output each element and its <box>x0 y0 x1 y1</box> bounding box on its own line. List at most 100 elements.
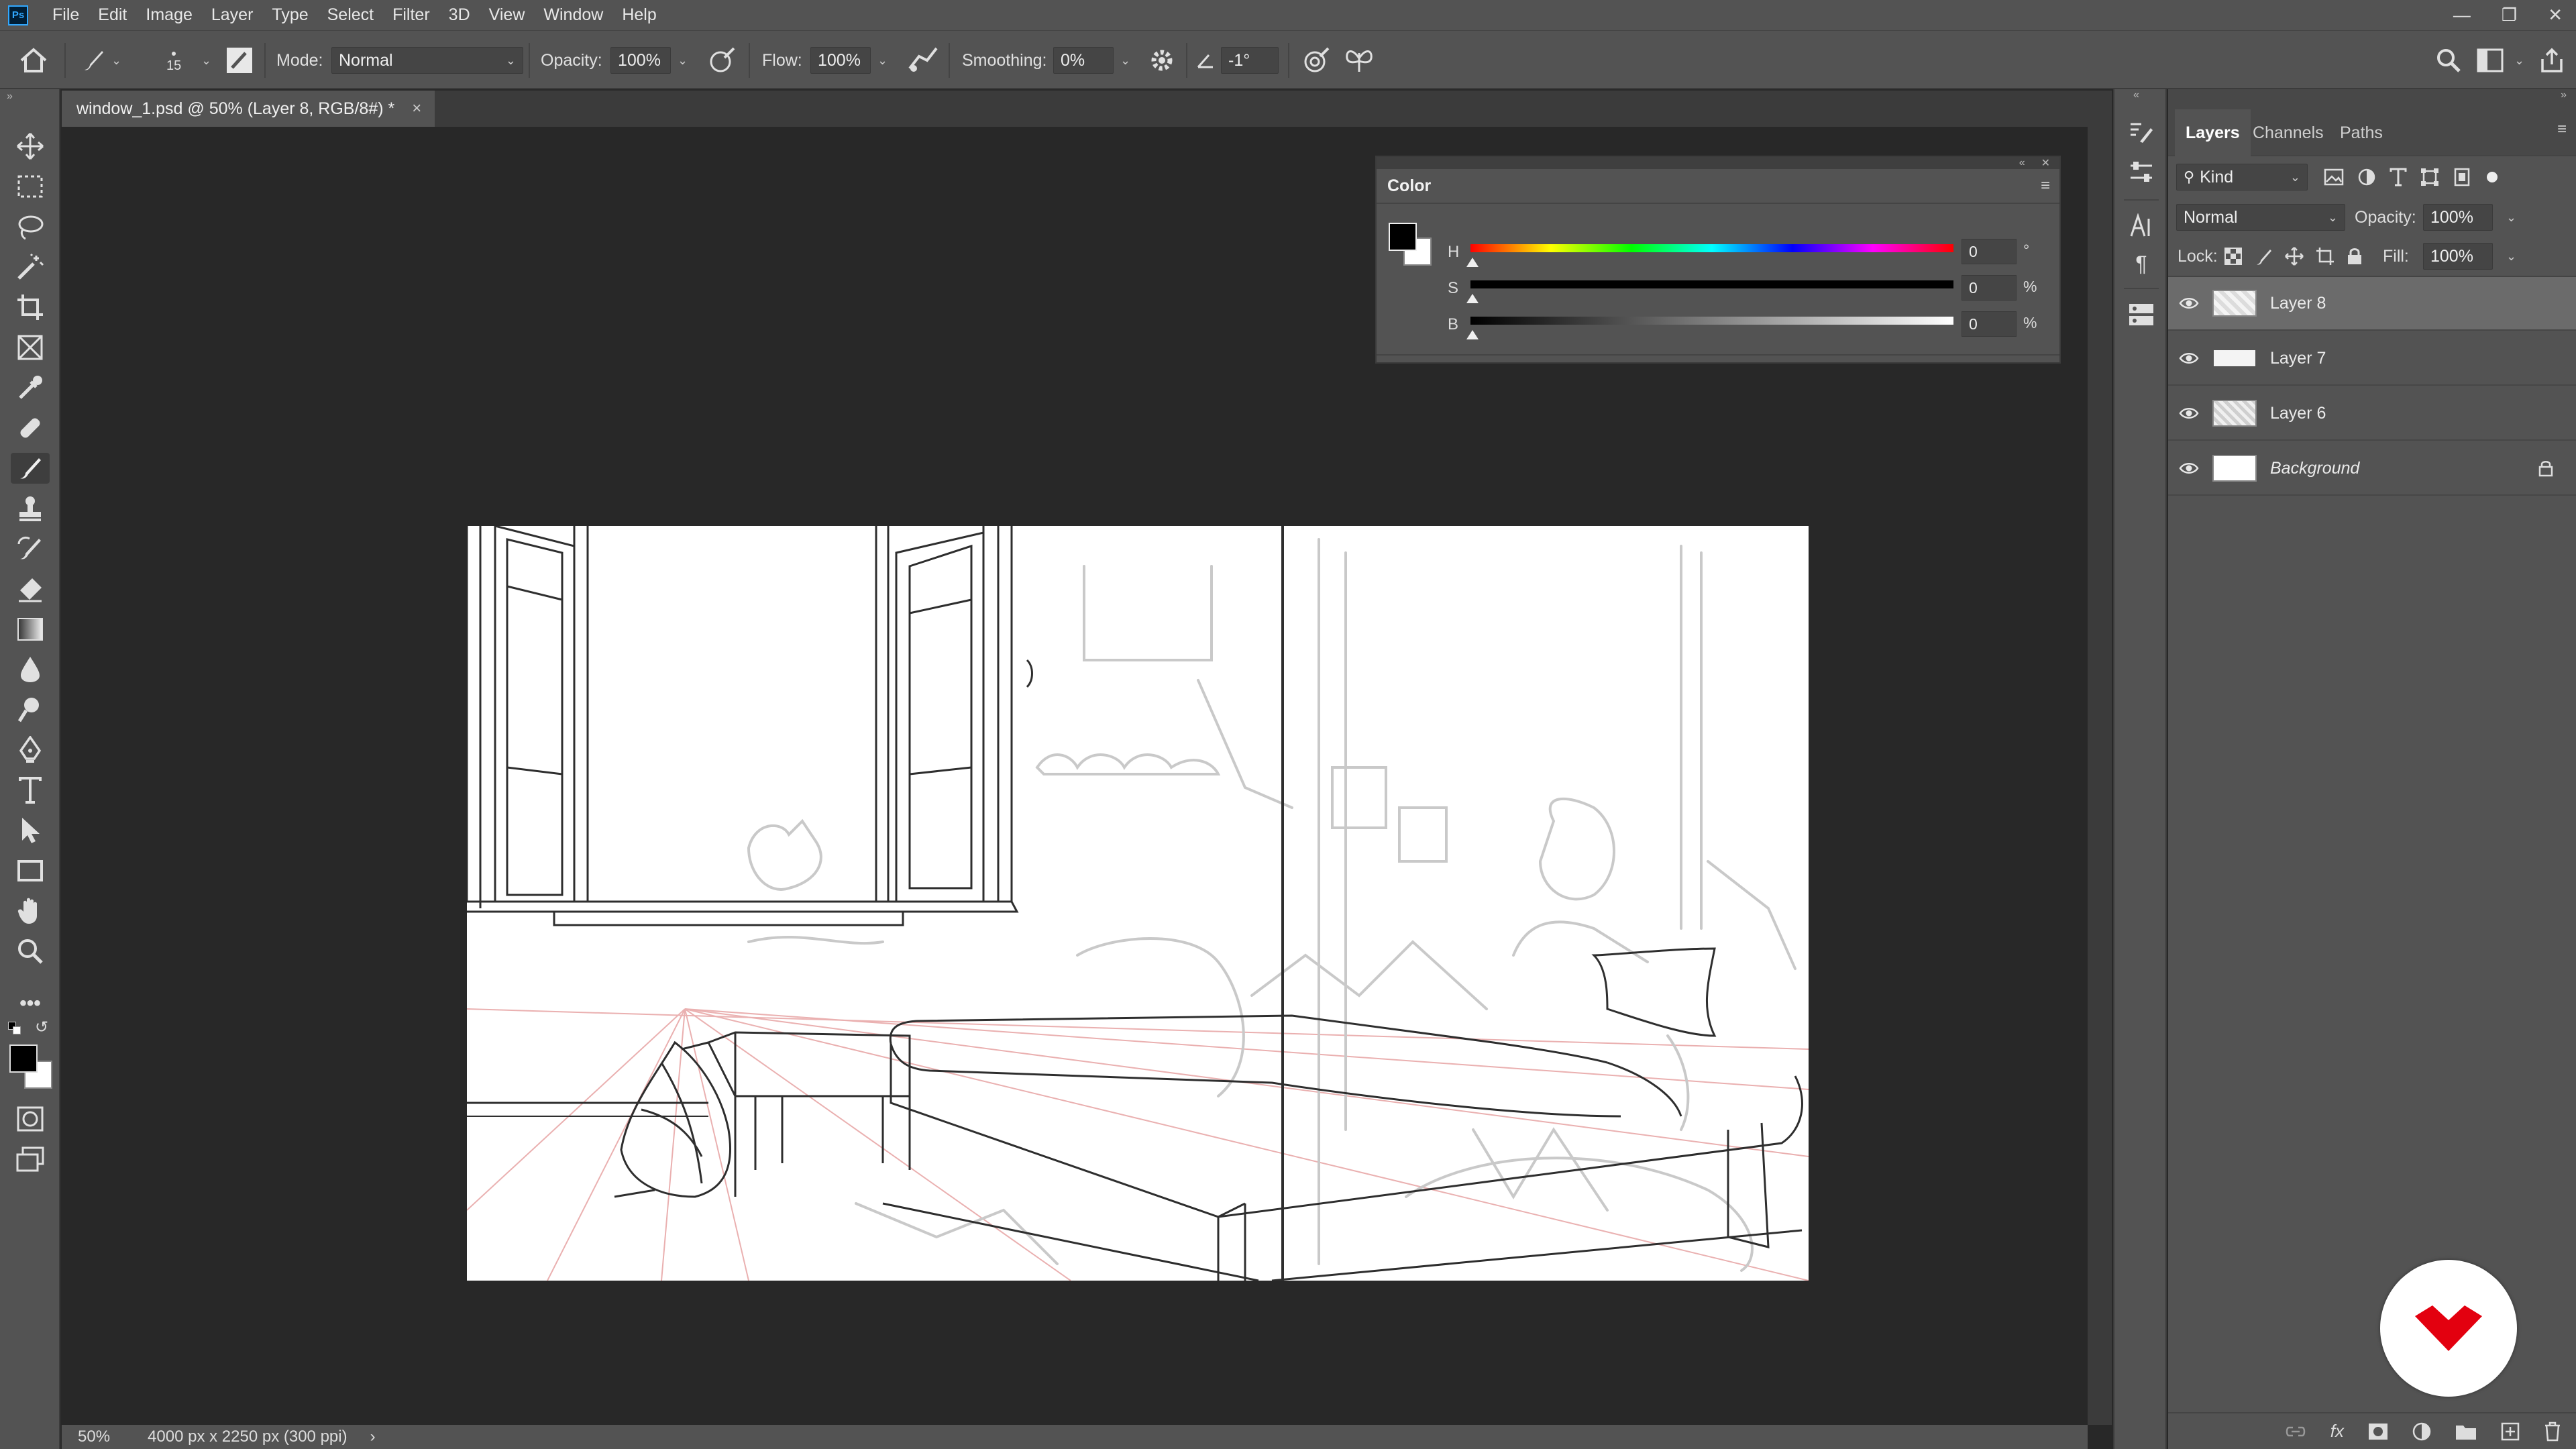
collapse-dock-icon[interactable]: « <box>2133 89 2139 101</box>
dodge-tool-icon[interactable] <box>15 694 46 725</box>
lasso-tool-icon[interactable] <box>15 211 46 242</box>
default-colors-icon[interactable] <box>8 1022 21 1035</box>
visibility-eye-icon[interactable] <box>2179 403 2199 423</box>
layer-row-layer-7[interactable]: Layer 7 <box>2168 332 2576 386</box>
vertical-scrollbar[interactable] <box>2088 91 2112 1425</box>
lock-image-pixels-icon[interactable] <box>2254 247 2273 266</box>
brightness-slider-thumb[interactable] <box>1466 330 1479 339</box>
menu-layer[interactable]: Layer <box>202 5 263 25</box>
filter-adjustment-icon[interactable] <box>2357 168 2376 186</box>
lock-all-icon[interactable] <box>2347 247 2363 266</box>
layer-name[interactable]: Layer 6 <box>2270 404 2326 423</box>
clone-stamp-tool-icon[interactable] <box>15 493 46 524</box>
screen-mode-icon[interactable] <box>15 1144 46 1175</box>
status-expand-icon[interactable]: › <box>370 1428 376 1446</box>
chevron-down-icon[interactable]: ⌄ <box>196 31 211 90</box>
layer-row-layer-6[interactable]: Layer 6 <box>2168 387 2576 441</box>
brush-settings-toggle-icon[interactable] <box>225 31 254 90</box>
symmetry-butterfly-icon[interactable] <box>1344 31 1374 90</box>
close-panel-icon[interactable]: ✕ <box>2041 156 2050 170</box>
move-tool-icon[interactable] <box>15 131 46 162</box>
quick-mask-icon[interactable] <box>15 1104 46 1134</box>
smoothing-settings-gear-icon[interactable] <box>1148 31 1175 90</box>
new-group-icon[interactable] <box>2455 1423 2477 1440</box>
more-tools-icon[interactable]: ••• <box>15 988 46 1019</box>
new-layer-icon[interactable] <box>2501 1422 2520 1441</box>
rectangle-tool-icon[interactable] <box>15 855 46 886</box>
panel-menu-icon[interactable]: ≡ <box>2557 120 2567 139</box>
layer-name[interactable]: Background <box>2270 459 2359 478</box>
collapse-layers-icon[interactable]: » <box>2561 89 2567 101</box>
hand-tool-icon[interactable] <box>15 896 46 926</box>
chevron-down-icon[interactable]: ⌄ <box>2506 250 2516 264</box>
menu-image[interactable]: Image <box>136 5 201 25</box>
character-panel-icon[interactable] <box>2125 210 2157 242</box>
chevron-down-icon[interactable]: ⌄ <box>111 54 121 68</box>
libraries-panel-icon[interactable] <box>2125 299 2157 331</box>
document-tab[interactable]: window_1.psd @ 50% (Layer 8, RGB/8#) * × <box>62 91 435 127</box>
menu-help[interactable]: Help <box>612 5 665 25</box>
fill-input[interactable]: 100% <box>2423 243 2493 270</box>
chevron-down-icon[interactable]: ⌄ <box>2506 211 2516 225</box>
history-panel-icon[interactable] <box>2125 116 2157 148</box>
menu-view[interactable]: View <box>480 5 535 25</box>
layer-row-layer-8[interactable]: Layer 8 <box>2168 277 2576 331</box>
add-mask-icon[interactable] <box>2368 1423 2388 1440</box>
tab-layers[interactable]: Layers <box>2175 109 2251 156</box>
saturation-slider-thumb[interactable] <box>1466 294 1479 303</box>
chevron-down-icon[interactable]: ⌄ <box>2514 54 2524 68</box>
menu-edit[interactable]: Edit <box>89 5 136 25</box>
pressure-opacity-icon[interactable] <box>707 31 737 90</box>
adjustment-layer-icon[interactable] <box>2412 1422 2431 1441</box>
lock-transparent-pixels-icon[interactable] <box>2224 248 2242 265</box>
home-icon[interactable] <box>19 31 48 90</box>
collapse-panel-icon[interactable]: « <box>2019 157 2025 169</box>
eyedropper-tool-icon[interactable] <box>15 372 46 403</box>
chevron-down-icon[interactable]: ⌄ <box>678 54 688 68</box>
swap-colors-icon[interactable]: ↺ <box>35 1018 48 1037</box>
mode-select[interactable]: Normal ⌄ <box>331 47 523 74</box>
airbrush-icon[interactable] <box>907 31 938 90</box>
hue-slider-track[interactable] <box>1470 244 1953 252</box>
menu-file[interactable]: File <box>43 5 89 25</box>
magic-wand-tool-icon[interactable] <box>15 252 46 282</box>
zoom-level[interactable]: 50% <box>78 1428 110 1446</box>
layer-opacity-input[interactable]: 100% <box>2423 204 2493 231</box>
menu-type[interactable]: Type <box>262 5 317 25</box>
frame-tool-icon[interactable] <box>15 332 46 363</box>
chevron-down-icon[interactable]: ⌄ <box>1120 54 1130 68</box>
filter-smart-object-icon[interactable] <box>2453 168 2471 186</box>
marquee-tool-icon[interactable] <box>15 171 46 202</box>
filter-toggle-icon[interactable] <box>2485 170 2500 184</box>
adjustments-panel-icon[interactable] <box>2125 156 2157 189</box>
foreground-color-swatch[interactable] <box>9 1044 38 1073</box>
saturation-value-input[interactable]: 0 <box>1962 275 2017 301</box>
layer-row-background[interactable]: Background <box>2168 442 2576 496</box>
collapse-arrows-icon[interactable]: » <box>7 91 13 103</box>
link-layers-icon[interactable] <box>2285 1425 2306 1438</box>
tab-channels[interactable]: Channels <box>2242 109 2334 156</box>
panel-menu-icon[interactable]: ≡ <box>2041 176 2050 195</box>
history-brush-tool-icon[interactable] <box>15 533 46 564</box>
crop-tool-icon[interactable] <box>15 292 46 323</box>
filter-kind-select[interactable]: ⚲ Kind ⌄ <box>2176 164 2308 191</box>
healing-brush-tool-icon[interactable] <box>15 413 46 443</box>
flow-input[interactable]: 100% <box>810 47 871 74</box>
color-panel-resize-handle[interactable] <box>1377 354 2059 362</box>
menu-window[interactable]: Window <box>534 5 612 25</box>
delete-layer-icon[interactable] <box>2544 1421 2561 1442</box>
brightness-value-input[interactable]: 0 <box>1962 311 2017 337</box>
layer-name[interactable]: Layer 8 <box>2270 294 2326 313</box>
paragraph-panel-icon[interactable]: ¶ <box>2125 248 2157 280</box>
menu-select[interactable]: Select <box>318 5 383 25</box>
menu-filter[interactable]: Filter <box>383 5 439 25</box>
hue-slider-thumb[interactable] <box>1466 258 1479 267</box>
filter-pixel-icon[interactable] <box>2324 168 2344 186</box>
visibility-eye-icon[interactable] <box>2179 348 2199 368</box>
visibility-eye-icon[interactable] <box>2179 458 2199 478</box>
menu-3d[interactable]: 3D <box>439 5 480 25</box>
lock-artboard-icon[interactable] <box>2316 247 2334 266</box>
hue-value-input[interactable]: 0 <box>1962 239 2017 264</box>
share-icon[interactable] <box>2540 31 2564 90</box>
artboard-canvas[interactable] <box>467 526 1809 1281</box>
